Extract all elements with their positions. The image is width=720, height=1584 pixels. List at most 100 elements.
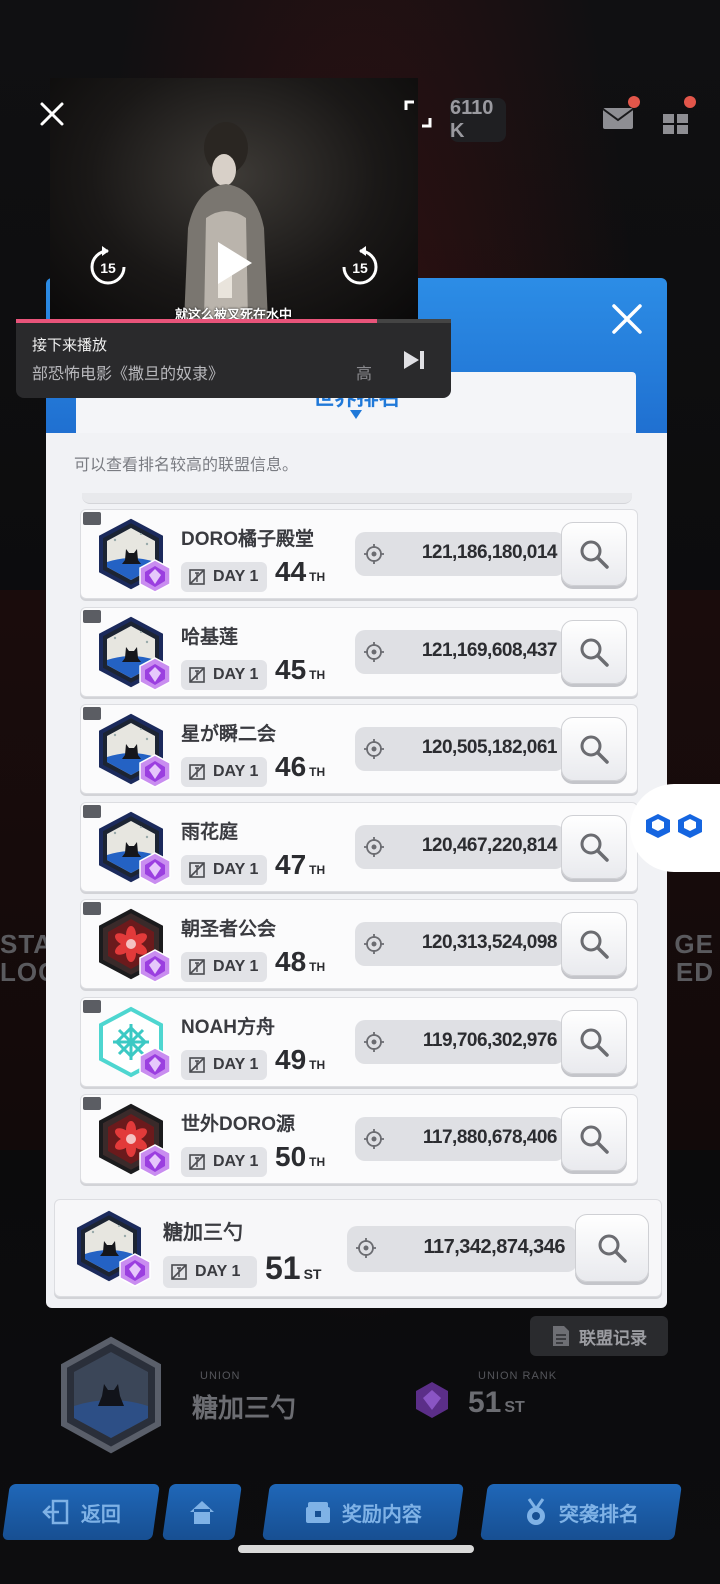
background-right-text: GE ED: [674, 929, 714, 987]
home-indicator[interactable]: [238, 1545, 474, 1553]
search-button[interactable]: [561, 814, 627, 879]
search-button[interactable]: [561, 717, 627, 781]
floating-video-player[interactable]: 15 15 就这么被叉死在水中 接下来播放 部恐怖电影《撒旦的奴隶》 高: [16, 78, 451, 398]
ranking-row: NOAH方舟 DAY 1 49 TH 119,706,302,976: [80, 996, 638, 1087]
cube-logo-icon: [646, 814, 702, 838]
union-name: 星が瞬二会: [181, 724, 277, 745]
skip-forward-seconds: 15: [352, 260, 368, 276]
search-button[interactable]: [561, 619, 627, 684]
score-value: 120,313,524,098: [421, 932, 558, 953]
close-icon[interactable]: [604, 296, 650, 342]
ranking-row: 哈基莲 DAY 1 45 TH 121,169,608,437: [80, 606, 638, 697]
search-button[interactable]: [561, 522, 627, 586]
target-icon: [356, 1238, 376, 1258]
search-button[interactable]: [561, 1107, 627, 1171]
rank-gem-icon: [139, 851, 171, 886]
search-icon: [580, 833, 609, 862]
ranking-row: DORO橘子殿堂 DAY 1 44 TH 121,186,180,014: [80, 509, 638, 599]
panel-description: 可以查看排名较高的联盟信息。: [74, 457, 299, 474]
score-box: 120,505,182,061: [355, 727, 565, 771]
score-value: 120,505,182,061: [421, 737, 558, 758]
union-large-emblem-icon: [61, 1336, 161, 1454]
day-badge: DAY 1: [181, 1147, 267, 1177]
day-badge: DAY 1: [163, 1256, 257, 1288]
rank-number: 46 TH: [275, 751, 326, 782]
up-next-extra: 高: [356, 366, 373, 383]
menu-notification-dot: [684, 96, 696, 108]
play-icon[interactable]: [212, 238, 256, 288]
union-record-label: 联盟记录: [579, 1328, 647, 1348]
ranking-row: 世外DORO源 DAY 1 50 TH 117,880,678,406: [80, 1094, 638, 1184]
rewards-button[interactable]: 奖励内容: [262, 1484, 464, 1540]
skip-back-button[interactable]: 15: [88, 243, 128, 287]
day-badge: DAY 1: [181, 757, 267, 787]
ranking-row: 星が瞬二会 DAY 1 46 TH 120,505,182,061: [80, 704, 638, 794]
back-label: 返回: [81, 1503, 121, 1526]
day-label: DAY 1: [213, 958, 259, 975]
union-name: 哈基莲: [181, 626, 239, 648]
score-box: 117,342,874,346: [347, 1226, 577, 1272]
union-rank-gem-icon: [416, 1382, 448, 1418]
next-track-icon[interactable]: [402, 349, 426, 371]
raid-rank-button[interactable]: 突袭排名: [480, 1484, 682, 1540]
union-caption: UNION: [200, 1370, 241, 1382]
rank-gem-icon: [139, 1144, 171, 1178]
search-button[interactable]: [561, 1009, 627, 1074]
floating-assistant-button[interactable]: [630, 784, 720, 872]
mail-notification-dot: [628, 96, 640, 108]
day-label: DAY 1: [213, 1055, 259, 1073]
search-icon: [580, 1125, 609, 1154]
rank-gem-icon: [139, 949, 171, 983]
day-label: DAY 1: [213, 568, 259, 585]
exit-icon: [42, 1499, 69, 1525]
up-next-bar[interactable]: 接下来播放 部恐怖电影《撒旦的奴隶》 高: [16, 323, 451, 398]
score-box: 117,880,678,406: [355, 1117, 565, 1161]
no-entry-icon: [189, 959, 205, 975]
rank-number: 51 ST: [265, 1250, 322, 1286]
day-badge: DAY 1: [181, 854, 267, 885]
target-icon: [364, 1031, 384, 1052]
day-label: DAY 1: [213, 860, 259, 878]
union-name: 糖加三勺: [163, 1222, 243, 1244]
search-icon: [580, 735, 609, 764]
ranking-list-container: 可以查看排名较高的联盟信息。 DORO橘子殿堂 DAY 1 44 TH 121,1…: [46, 433, 667, 1308]
score-box: 119,706,302,976: [355, 1019, 565, 1064]
rank-gem-icon: [139, 559, 171, 593]
video-expand-icon[interactable]: [404, 100, 432, 128]
score-box: 120,313,524,098: [355, 922, 565, 966]
video-close-icon[interactable]: [38, 100, 66, 128]
score-value: 119,706,302,976: [422, 1029, 558, 1051]
score-value: 121,186,180,014: [421, 542, 558, 563]
skip-forward-button[interactable]: 15: [340, 243, 380, 287]
rank-gem-icon: [139, 754, 171, 788]
search-button[interactable]: [561, 912, 627, 976]
union-name-large: 糖加三勺: [192, 1393, 297, 1423]
union-name: NOAH方舟: [181, 1016, 275, 1038]
currency-display: 6110 K: [450, 97, 506, 142]
score-box: 121,169,608,437: [355, 629, 565, 674]
rank-number: 47 TH: [275, 848, 326, 880]
union-record-button[interactable]: 联盟记录: [530, 1316, 668, 1356]
home-button[interactable]: [162, 1484, 242, 1540]
list-scroll-edge: [82, 493, 632, 504]
score-value: 120,467,220,814: [421, 834, 558, 856]
union-rank-value: 51 ST: [468, 1386, 525, 1419]
target-icon: [364, 641, 384, 662]
home-icon: [190, 1501, 214, 1524]
target-icon: [364, 934, 384, 954]
medal-icon: [527, 1498, 545, 1525]
score-box: 121,186,180,014: [355, 532, 565, 576]
no-entry-icon: [189, 861, 205, 878]
chest-icon: [306, 1502, 330, 1523]
rank-gem-icon: [139, 1046, 171, 1081]
search-button[interactable]: [575, 1214, 649, 1282]
back-button[interactable]: 返回: [2, 1484, 160, 1540]
rank-number: 49 TH: [275, 1043, 326, 1075]
union-name: 朝圣者公会: [181, 919, 277, 940]
ranking-row: 雨花庭 DAY 1 47 TH 120,467,220,814: [80, 801, 638, 892]
score-value: 117,880,678,406: [422, 1127, 558, 1148]
day-label: DAY 1: [195, 1263, 241, 1280]
skip-back-seconds: 15: [100, 260, 116, 276]
target-icon: [364, 1129, 384, 1149]
rank-number: 44 TH: [275, 556, 326, 587]
